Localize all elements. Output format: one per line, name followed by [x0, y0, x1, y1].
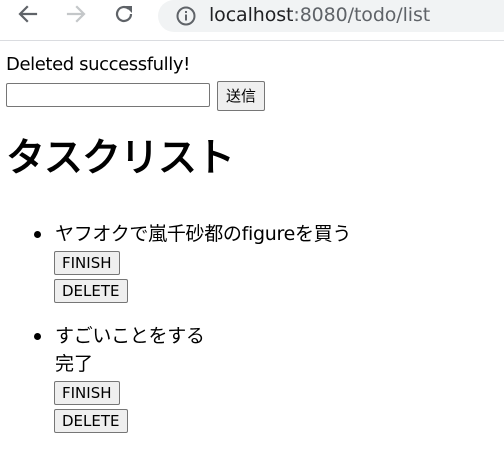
finish-button[interactable]: FINISH	[54, 381, 120, 405]
delete-button[interactable]: DELETE	[54, 279, 128, 303]
delete-button[interactable]: DELETE	[54, 409, 128, 433]
url-text[interactable]: localhost:8080/todo/list	[209, 3, 430, 27]
bullet-icon	[34, 231, 41, 238]
back-button[interactable]	[16, 2, 40, 26]
info-icon[interactable]	[174, 4, 198, 28]
send-button[interactable]: 送信	[217, 81, 266, 111]
reload-icon	[115, 5, 133, 23]
address-bar[interactable]: localhost:8080/todo/list	[158, 0, 504, 32]
page-title: タスクリスト	[6, 136, 235, 181]
back-arrow-icon	[18, 5, 38, 23]
reload-button[interactable]	[112, 2, 136, 26]
task-status: 完了	[55, 353, 94, 375]
task-input[interactable]	[6, 83, 210, 107]
browser-toolbar: localhost:8080/todo/list	[0, 0, 504, 41]
bullet-icon	[34, 333, 41, 340]
finish-button[interactable]: FINISH	[54, 251, 120, 275]
url-path: :8080/todo/list	[293, 4, 431, 26]
task-title: ヤフオクで嵐千砂都のfigureを買う	[55, 223, 352, 245]
forward-button[interactable]	[64, 2, 88, 26]
flash-message: Deleted successfully!	[6, 54, 190, 75]
url-host: localhost	[209, 4, 294, 26]
forward-arrow-icon	[66, 5, 86, 23]
task-title: すごいことをする	[55, 325, 205, 347]
